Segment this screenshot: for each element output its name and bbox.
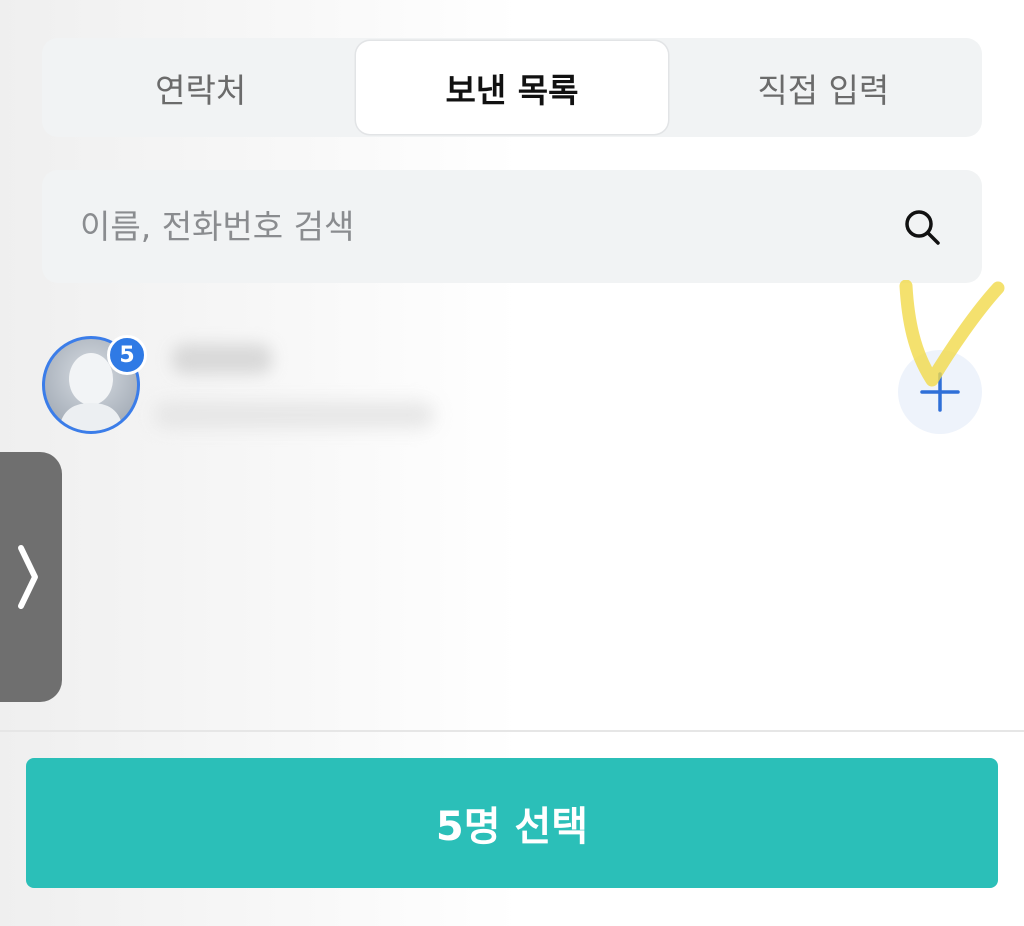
redacted-name bbox=[172, 344, 272, 374]
tab-direct-input[interactable]: 직접 입력 bbox=[668, 41, 979, 134]
selection-count-badge: 5 bbox=[107, 335, 147, 375]
divider bbox=[0, 730, 1024, 732]
search-bar bbox=[42, 170, 982, 283]
list-item[interactable]: 5 bbox=[42, 335, 982, 436]
chevron-right-icon bbox=[18, 545, 38, 609]
recipient-picker-screen: 연락처 보낸 목록 직접 입력 5 bbox=[0, 0, 1024, 926]
search-input[interactable] bbox=[80, 207, 900, 246]
add-contact-button[interactable] bbox=[898, 350, 982, 434]
side-panel-handle[interactable] bbox=[0, 452, 62, 702]
plus-icon bbox=[920, 372, 960, 412]
select-confirm-button[interactable]: 5명 선택 bbox=[26, 758, 998, 888]
tab-sent-list[interactable]: 보낸 목록 bbox=[356, 41, 668, 134]
search-icon[interactable] bbox=[900, 205, 944, 249]
redacted-phone bbox=[154, 402, 434, 428]
segmented-tabs: 연락처 보낸 목록 직접 입력 bbox=[42, 38, 982, 137]
tab-contacts[interactable]: 연락처 bbox=[45, 41, 356, 134]
